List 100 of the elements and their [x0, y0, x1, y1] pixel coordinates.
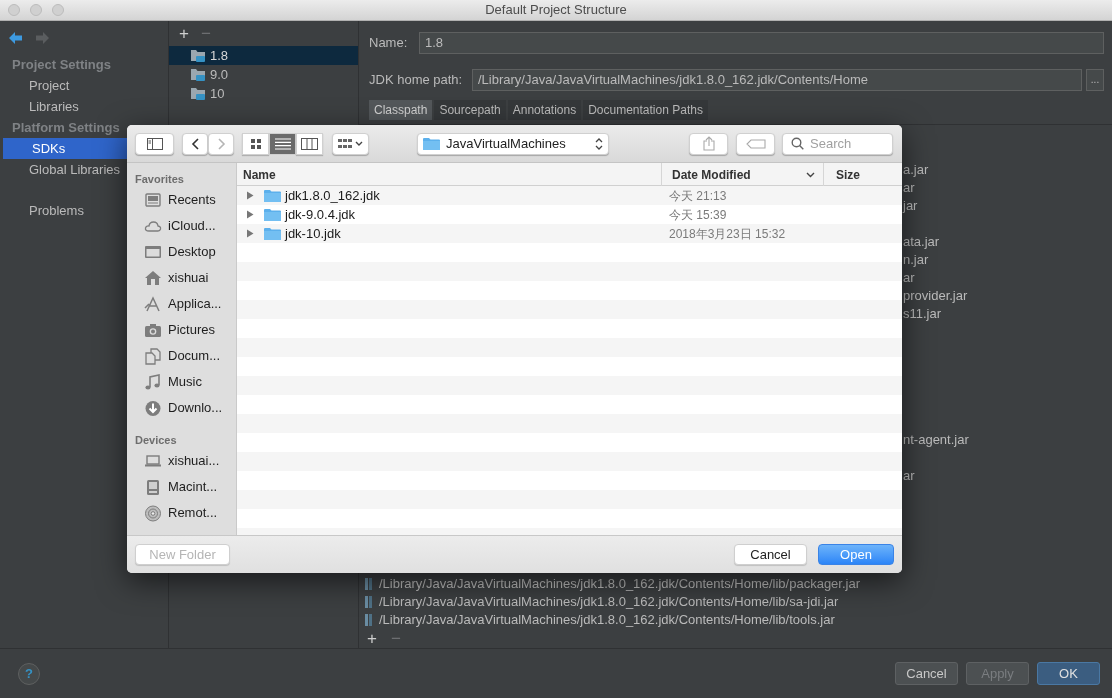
disclosure-triangle-icon[interactable]: [246, 210, 254, 219]
tab[interactable]: Documentation Paths: [583, 100, 708, 120]
column-view-icon: [301, 137, 318, 150]
icon-view-icon: [249, 137, 262, 150]
sidebar-item[interactable]: Project: [0, 75, 168, 96]
sdk-list-item[interactable]: 1.8: [169, 46, 358, 65]
music-note-icon: [144, 373, 162, 391]
library-icon: [365, 595, 374, 609]
library-path[interactable]: nt-agent.jar: [903, 430, 969, 450]
file-name[interactable]: jdk1.8.0_162.jdk: [285, 185, 380, 206]
disclosure-triangle-icon[interactable]: [246, 229, 254, 238]
library-path[interactable]: ar: [903, 268, 915, 288]
library-path[interactable]: provider.jar: [903, 286, 968, 306]
field-label: Name:: [369, 34, 409, 53]
sidebar-item[interactable]: Libraries: [0, 96, 168, 117]
browse-button[interactable]: ...: [1086, 69, 1104, 91]
chevron-icon: [216, 137, 226, 150]
laptop-icon: [144, 452, 162, 470]
folder-icon: [264, 188, 281, 203]
tab[interactable]: Sourcepath: [434, 100, 506, 120]
sidebar-item[interactable]: Docum...: [127, 343, 236, 369]
column-header[interactable]: Name: [237, 163, 661, 186]
list-view-button[interactable]: [269, 132, 296, 155]
stepper-icon: [595, 137, 603, 150]
folder-icon: [264, 226, 281, 241]
sidebar-item[interactable]: Pictures: [127, 317, 236, 343]
section-heading: Project Settings: [11, 55, 112, 74]
list-view-icon: [274, 137, 291, 150]
path-field[interactable]: /Library/Java/JavaVirtualMachines/jdk1.8.0_162.jdk/Contents/Home: [472, 69, 1082, 91]
sidebar-toggle-button[interactable]: [135, 132, 174, 155]
folder-icon: [190, 86, 206, 101]
library-path[interactable]: /Library/Java/JavaVirtualMachines/jdk1.8.0_162.jdk/Contents/Home/lib/packager.jar: [379, 574, 861, 594]
disclosure-triangle-icon[interactable]: [246, 191, 254, 200]
library-path[interactable]: s11.jar: [903, 304, 942, 324]
sdk-list-item[interactable]: 9.0: [169, 65, 358, 84]
sidebar-item[interactable]: Applica...: [127, 291, 236, 317]
disc-icon: [144, 504, 162, 522]
applications-icon: [144, 295, 162, 313]
sort-chevron-icon: [806, 171, 815, 178]
tab[interactable]: Classpath: [369, 100, 433, 120]
sidebar-item[interactable]: iCloud...: [127, 213, 236, 239]
library-path[interactable]: n.jar: [903, 250, 929, 270]
sidebar-icon: [146, 137, 163, 150]
library-path[interactable]: ar: [903, 466, 915, 486]
column-view-button[interactable]: [296, 132, 323, 155]
library-path[interactable]: a.jar: [903, 160, 929, 180]
sidebar-item[interactable]: Music: [127, 369, 236, 395]
dialog-button[interactable]: Cancel: [734, 544, 807, 565]
library-path[interactable]: /Library/Java/JavaVirtualMachines/jdk1.8.0_162.jdk/Contents/Home/lib/tools.jar: [379, 610, 835, 629]
section-heading: Platform Settings: [11, 118, 121, 137]
library-path[interactable]: /Library/Java/JavaVirtualMachines/jdk1.8.0_162.jdk/Contents/Home/lib/sa-jdi.jar: [379, 592, 839, 612]
dialog-button[interactable]: Open: [818, 544, 894, 565]
folder-icon: [190, 67, 206, 82]
folder-icon: [423, 136, 440, 151]
library-icon: [365, 613, 374, 627]
library-icon: [365, 577, 374, 591]
date-modified: 今天 15:39: [668, 206, 727, 224]
arrange-button[interactable]: [332, 132, 369, 155]
sidebar-item[interactable]: xishuai...: [127, 448, 236, 474]
field-label: JDK home path:: [369, 71, 464, 90]
library-path[interactable]: ata.jar: [903, 232, 940, 252]
hard-drive-icon: [144, 478, 162, 496]
house-icon: [144, 269, 162, 287]
sidebar-item[interactable]: xishuai: [127, 265, 236, 291]
sdk-list-item[interactable]: 10: [169, 84, 358, 103]
back-arrow-icon[interactable]: [8, 30, 23, 45]
document-icon: [144, 347, 162, 365]
sidebar-item[interactable]: Desktop: [127, 239, 236, 265]
sidebar-item[interactable]: Downlo...: [127, 395, 236, 421]
location-popup[interactable]: JavaVirtualMachines: [417, 132, 609, 155]
date-modified: 今天 21:13: [668, 187, 727, 205]
sidebar-item[interactable]: Macint...: [127, 474, 236, 500]
download-icon: [144, 399, 162, 417]
sidebar-heading: Favorites: [134, 171, 185, 187]
window-title: Default Project Structure: [485, 1, 627, 20]
back-button[interactable]: [182, 132, 208, 155]
search-icon: [791, 136, 804, 150]
add-button[interactable]: +: [179, 25, 189, 42]
file-name[interactable]: jdk-10.jdk: [285, 223, 341, 244]
share-icon: [702, 136, 715, 151]
tray-icon: [144, 191, 162, 209]
folder-icon: [264, 207, 281, 222]
sidebar-item[interactable]: Remot...: [127, 500, 236, 526]
dialog-button[interactable]: OK: [1037, 662, 1100, 685]
name-field[interactable]: 1.8: [419, 32, 1104, 54]
tab[interactable]: Annotations: [507, 100, 582, 120]
add-button[interactable]: +: [367, 629, 377, 647]
desktop-icon: [144, 243, 162, 261]
icon-view-button[interactable]: [242, 132, 269, 155]
camera-icon: [144, 321, 162, 339]
sidebar-heading: Devices: [134, 432, 178, 448]
grid-dropdown-icon: [337, 137, 364, 150]
date-modified: 2018年3月23日 15:32: [668, 225, 786, 243]
dialog-button[interactable]: Cancel: [895, 662, 958, 685]
search-field[interactable]: Search: [782, 132, 893, 155]
library-path[interactable]: ar: [903, 178, 915, 198]
tag-icon: [745, 138, 766, 149]
file-name[interactable]: jdk-9.0.4.jdk: [285, 204, 356, 225]
library-path[interactable]: jar: [903, 196, 918, 216]
sidebar-item[interactable]: Recents: [127, 187, 236, 213]
